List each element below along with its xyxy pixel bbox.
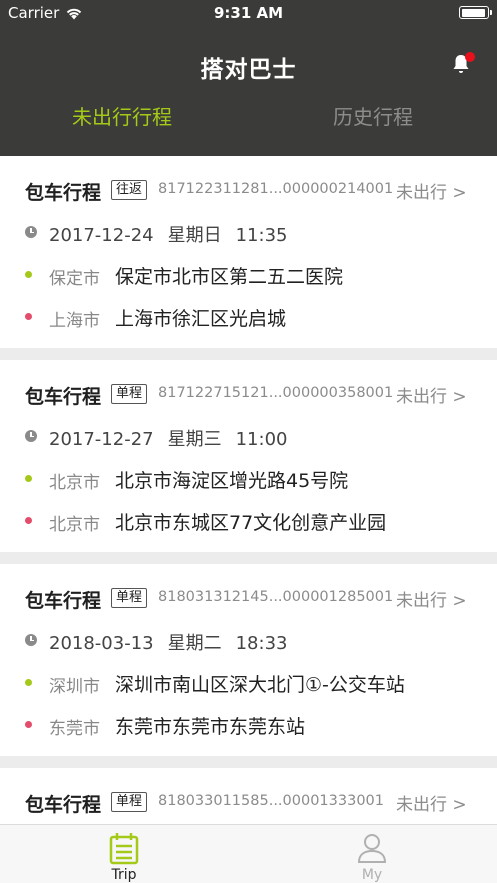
- trip-tag: 单程: [111, 792, 148, 812]
- origin-city: 深圳市: [49, 677, 100, 697]
- trip-type: 包车行程: [25, 590, 102, 612]
- battery-icon: [459, 6, 492, 19]
- order-number: 817122311281...000000214001: [158, 181, 394, 197]
- trip-tag: 单程: [111, 588, 148, 608]
- trip-card[interactable]: 包车行程 往返 817122311281...000000214001 未出行 …: [0, 156, 497, 348]
- tabbar-trip-label: Trip: [111, 867, 137, 883]
- status-bar: Carrier 9:31 AM: [0, 0, 497, 26]
- person-icon: [357, 834, 387, 863]
- trip-status-link[interactable]: 未出行 >: [396, 586, 467, 611]
- status-time: 9:31 AM: [213, 4, 284, 22]
- trip-card[interactable]: 包车行程 单程 817122715121...000000358001 未出行 …: [0, 360, 497, 552]
- tabbar-trip[interactable]: Trip: [84, 831, 164, 883]
- notification-badge: [465, 52, 475, 62]
- trip-card[interactable]: 包车行程 单程 818031312145...000001285001 未出行 …: [0, 564, 497, 756]
- tab-history-trips[interactable]: 历史行程: [333, 101, 413, 130]
- destination-city: 东莞市: [49, 719, 100, 739]
- order-number: 818033011585...00001333001: [158, 793, 385, 809]
- tab-upcoming-trips[interactable]: 未出行行程: [72, 101, 172, 130]
- destination-city: 上海市: [49, 311, 100, 331]
- destination-dot-icon: [25, 721, 32, 728]
- origin-dot-icon: [25, 271, 32, 278]
- destination-dot-icon: [25, 313, 32, 320]
- destination-address: 上海市徐汇区光启城: [115, 308, 287, 330]
- clock-icon: [25, 634, 37, 646]
- trip-type: 包车行程: [25, 386, 102, 408]
- trip-type: 包车行程: [25, 794, 102, 816]
- origin-address: 深圳市南山区深大北门①-公交车站: [115, 674, 405, 696]
- tabbar-my[interactable]: My: [332, 831, 412, 883]
- trip-datetime: 2018-03-13 星期二 18:33: [49, 633, 288, 654]
- app-title: 搭对巴士: [200, 57, 297, 83]
- origin-city: 北京市: [49, 473, 100, 493]
- origin-address: 保定市北市区第二五二医院: [115, 266, 344, 288]
- trip-status-link[interactable]: 未出行 >: [396, 382, 467, 407]
- destination-city: 北京市: [49, 515, 100, 535]
- trip-status-link[interactable]: 未出行 >: [396, 178, 467, 203]
- bottom-tab-bar: Trip My: [0, 824, 497, 883]
- notification-button[interactable]: [449, 52, 475, 76]
- destination-address: 东莞市东莞市东莞东站: [115, 716, 306, 738]
- origin-city: 保定市: [49, 269, 100, 289]
- clock-icon: [25, 430, 37, 442]
- destination-address: 北京市东城区77文化创意产业园: [115, 512, 387, 534]
- app-header: Carrier 9:31 AM 搭对巴士 未出行行程 历史行程: [0, 0, 497, 156]
- origin-address: 北京市海淀区增光路45号院: [115, 470, 349, 492]
- order-number: 818031312145...000001285001: [158, 589, 394, 605]
- destination-dot-icon: [25, 517, 32, 524]
- trip-tag: 单程: [111, 384, 148, 404]
- trip-tag: 往返: [111, 180, 148, 200]
- calendar-icon: [109, 833, 139, 865]
- origin-dot-icon: [25, 475, 32, 482]
- trip-datetime: 2017-12-24 星期日 11:35: [49, 225, 288, 246]
- trip-status-link[interactable]: 未出行 >: [396, 790, 467, 815]
- trip-card[interactable]: 包车行程 单程 818033011585...00001333001 未出行 >: [0, 768, 497, 824]
- trip-datetime: 2017-12-27 星期三 11:00: [49, 429, 288, 450]
- order-number: 817122715121...000000358001: [158, 385, 394, 401]
- origin-dot-icon: [25, 679, 32, 686]
- trip-type: 包车行程: [25, 182, 102, 204]
- clock-icon: [25, 226, 37, 238]
- tabbar-my-label: My: [361, 867, 383, 883]
